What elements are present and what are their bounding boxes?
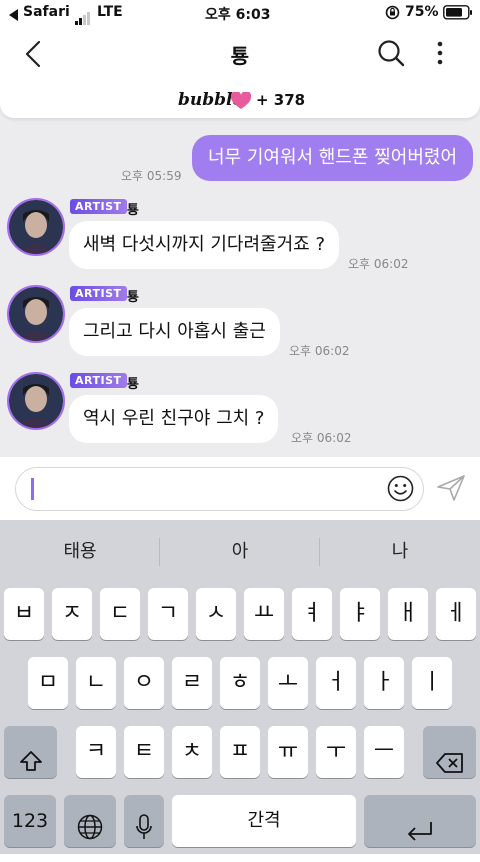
send-icon[interactable]	[436, 474, 466, 506]
message-input[interactable]	[15, 467, 424, 511]
key[interactable]: ㅡ	[364, 726, 404, 778]
key[interactable]: ㅗ	[268, 657, 308, 709]
suggestion[interactable]: 아	[160, 520, 320, 584]
my-message-bubble[interactable]: 너무 기여워서 핸드폰 찢어버렸어	[192, 135, 474, 181]
smiley-icon[interactable]	[387, 475, 414, 506]
key[interactable]: ㅔ	[436, 588, 476, 640]
message-time: 오후 06:02	[348, 257, 409, 271]
battery-icon	[443, 5, 473, 24]
key[interactable]: ㅍ	[220, 726, 260, 778]
key[interactable]: ㅠ	[268, 726, 308, 778]
key[interactable]: ㅁ	[28, 657, 68, 709]
key[interactable]: ㅋ	[76, 726, 116, 778]
sender-name: 툥	[127, 290, 139, 305]
key[interactable]: ㅓ	[316, 657, 356, 709]
avatar[interactable]	[7, 372, 65, 430]
mic-icon	[135, 808, 153, 860]
key[interactable]: ㅛ	[244, 588, 284, 640]
key[interactable]: ㅐ	[388, 588, 428, 640]
suggestion[interactable]: 태용	[0, 520, 160, 584]
subscriber-count: + 378	[256, 91, 306, 109]
key[interactable]: ㄹ	[172, 657, 212, 709]
back-arrow-icon[interactable]	[9, 6, 19, 25]
chat-header: 툥	[0, 26, 480, 82]
globe-key[interactable]	[64, 795, 116, 847]
key[interactable]: ㅈ	[52, 588, 92, 640]
avatar[interactable]	[7, 285, 65, 343]
search-icon[interactable]	[377, 39, 405, 71]
artist-badge: ARTIST	[70, 373, 127, 388]
battery-percent: 75%	[405, 4, 439, 20]
backspace-key[interactable]	[423, 726, 476, 778]
text-cursor	[31, 478, 34, 500]
key[interactable]: ㅎ	[220, 657, 260, 709]
message-time: 오후 05:59	[121, 169, 182, 183]
artist-badge: ARTIST	[70, 286, 127, 301]
message-time: 오후 06:02	[291, 431, 352, 445]
key[interactable]: ㅂ	[4, 588, 44, 640]
key[interactable]: ㅣ	[412, 657, 452, 709]
key[interactable]: ㄷ	[100, 588, 140, 640]
key[interactable]: ㅌ	[124, 726, 164, 778]
key[interactable]: ㅅ	[196, 588, 236, 640]
avatar[interactable]	[7, 198, 65, 256]
return-key[interactable]	[364, 795, 476, 847]
bubble-banner[interactable]: bubble + 378	[0, 82, 480, 118]
clock: 오후 6:03	[205, 7, 271, 23]
mic-key[interactable]	[124, 795, 164, 847]
keyboard: 태용 아 나 ㅂ ㅈ ㄷ ㄱ ㅅ ㅛ ㅕ ㅑ ㅐ ㅔ ㅁ ㄴ ㅇ ㄹ ㅎ ㅗ ㅓ…	[0, 520, 480, 854]
status-bar: Safari LTE 오후 6:03 75%	[0, 0, 480, 26]
more-vertical-icon[interactable]	[437, 41, 443, 69]
key[interactable]: ㅕ	[292, 588, 332, 640]
artist-badge: ARTIST	[70, 199, 127, 214]
key[interactable]: ㄱ	[148, 588, 188, 640]
message-time: 오후 06:02	[289, 344, 350, 358]
return-icon	[406, 810, 434, 862]
backspace-icon	[435, 741, 464, 793]
globe-icon	[77, 808, 103, 860]
heart-icon	[230, 90, 252, 114]
key[interactable]: ㅑ	[340, 588, 380, 640]
page-title: 툥	[230, 44, 250, 68]
numbers-key[interactable]: 123	[4, 795, 56, 847]
key[interactable]: ㅜ	[316, 726, 356, 778]
sender-name: 툥	[127, 377, 139, 392]
key[interactable]: ㄴ	[76, 657, 116, 709]
shift-icon	[19, 740, 43, 792]
sender-name: 툥	[127, 203, 139, 218]
orientation-lock-icon	[385, 5, 400, 24]
key[interactable]: ㅏ	[364, 657, 404, 709]
cellular-signal-icon	[75, 6, 91, 25]
suggestion[interactable]: 나	[320, 520, 480, 584]
back-app-label[interactable]: Safari	[23, 4, 70, 20]
space-key[interactable]: 간격	[172, 795, 356, 847]
key[interactable]: ㅇ	[124, 657, 164, 709]
shift-key[interactable]	[4, 726, 57, 778]
artist-message-bubble[interactable]: 역시 우린 친구야 그치 ?	[69, 395, 279, 443]
key[interactable]: ㅊ	[172, 726, 212, 778]
network-label: LTE	[97, 4, 123, 20]
artist-message-bubble[interactable]: 새벽 다섯시까지 기다려줄거죠 ?	[69, 221, 339, 269]
artist-message-bubble[interactable]: 그리고 다시 아홉시 출근	[69, 308, 280, 356]
